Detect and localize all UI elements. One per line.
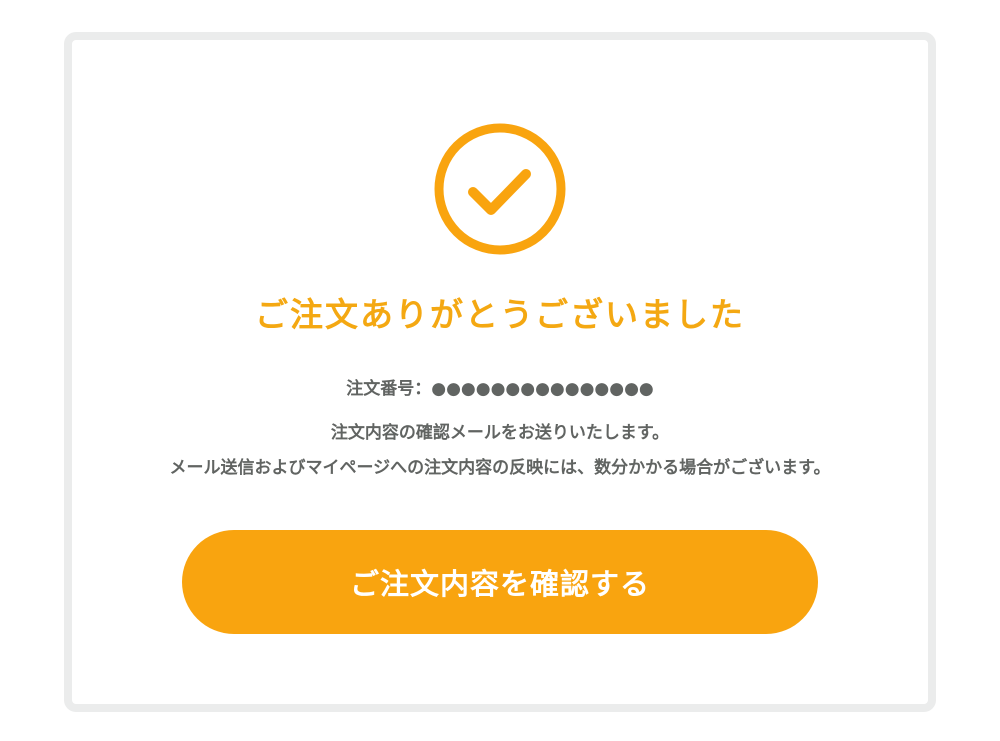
order-number-value: ●●●●●●●●●●●●●●● [431, 379, 654, 399]
view-order-button[interactable]: ご注文内容を確認する [182, 530, 818, 634]
order-number-label: 注文番号： [346, 379, 432, 399]
order-number: 注文番号：●●●●●●●●●●●●●●● [72, 374, 928, 399]
page-title: ご注文ありがとうございました [255, 295, 745, 334]
message-line-2: メール送信およびマイページへの注文内容の反映には、数分かかる場合がございます。 [169, 458, 831, 478]
message-line-1: 注文内容の確認メールをお送りいたします。 [330, 423, 670, 443]
order-complete-card: ご注文ありがとうございました 注文番号：●●●●●●●●●●●●●●● 注文内容… [64, 32, 936, 712]
check-circle-icon [433, 122, 567, 256]
confirmation-message: 注文内容の確認メールをお送りいたします。 メール送信およびマイページへの注文内容… [72, 416, 928, 486]
